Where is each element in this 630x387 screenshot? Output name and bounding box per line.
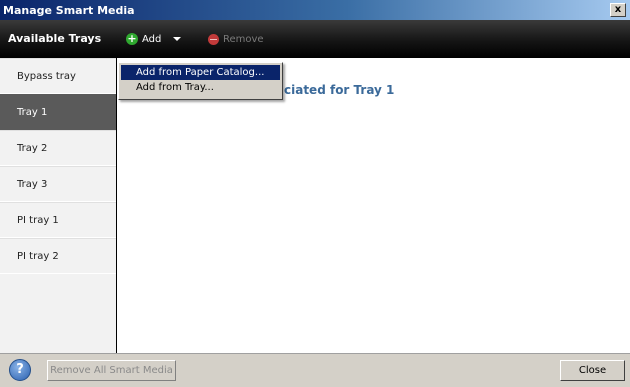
tray-item-pi-tray-2[interactable]: PI tray 2 [0, 238, 116, 274]
tray-media-panel: ciated for Tray 1 [118, 58, 630, 353]
panel-heading: ciated for Tray 1 [284, 83, 395, 97]
close-icon: x [614, 4, 622, 15]
menu-item-add-from-paper-catalog[interactable]: Add from Paper Catalog... [121, 65, 280, 80]
chevron-down-icon[interactable] [173, 37, 182, 41]
window-close-button[interactable]: x [610, 3, 626, 17]
remove-button[interactable]: Remove [208, 31, 264, 47]
footer: ? Remove All Smart Media Close [0, 353, 630, 387]
remove-button-label: Remove [223, 33, 264, 45]
toolbar: Available Trays + Add Remove [0, 20, 630, 58]
tray-item-tray-2[interactable]: Tray 2 [0, 130, 116, 166]
close-button[interactable]: Close [560, 360, 625, 381]
help-icon[interactable]: ? [9, 359, 31, 381]
add-button[interactable]: + Add [126, 31, 182, 47]
add-button-label: Add [142, 33, 162, 45]
minus-icon [208, 33, 219, 45]
tray-item-tray-1[interactable]: Tray 1 [0, 94, 116, 130]
menu-item-add-from-tray[interactable]: Add from Tray... [121, 80, 280, 95]
title-bar: Manage Smart Media x [0, 0, 630, 20]
tray-list: Bypass tray Tray 1 Tray 2 Tray 3 PI tray… [0, 58, 117, 353]
window-title: Manage Smart Media [3, 3, 135, 17]
tray-item-tray-3[interactable]: Tray 3 [0, 166, 116, 202]
tray-item-pi-tray-1[interactable]: PI tray 1 [0, 202, 116, 238]
remove-all-smart-media-button[interactable]: Remove All Smart Media [47, 360, 176, 381]
tray-item-bypass[interactable]: Bypass tray [0, 58, 116, 94]
available-trays-heading: Available Trays [8, 32, 102, 45]
plus-icon: + [126, 32, 138, 45]
add-menu: Add from Paper Catalog... Add from Tray.… [118, 62, 283, 100]
